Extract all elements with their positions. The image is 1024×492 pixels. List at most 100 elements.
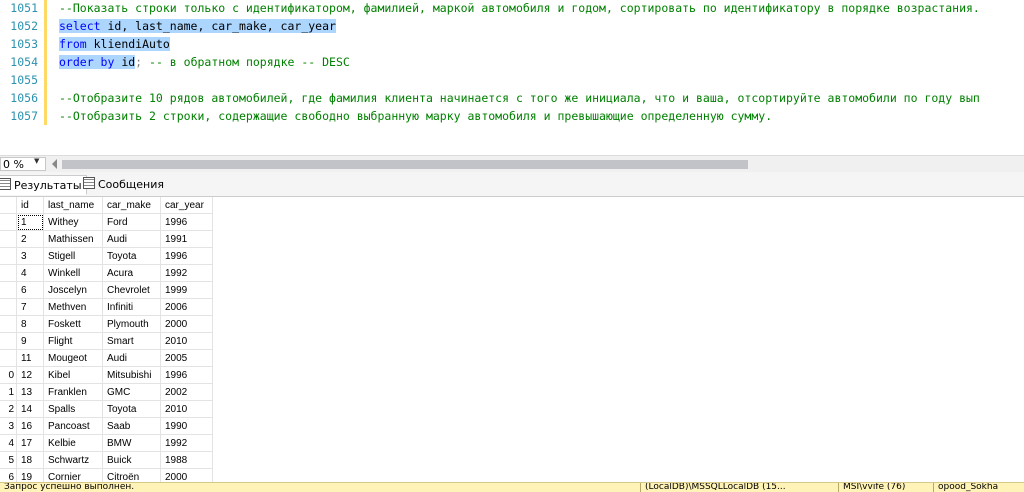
table-row[interactable]: 2 Mathissen Audi 1991 <box>0 230 213 248</box>
cell-last-name[interactable]: Joscelyn <box>43 281 103 299</box>
cell-last-name[interactable]: Mougeot <box>43 349 103 367</box>
table-row[interactable]: 7 Methven Infiniti 2006 <box>0 298 213 316</box>
table-row[interactable]: 3 16 Pancoast Saab 1990 <box>0 417 213 435</box>
table-row[interactable]: 3 Stigell Toyota 1996 <box>0 247 213 265</box>
cell-car-make[interactable]: Ford <box>102 213 161 231</box>
cell-car-year[interactable]: 1996 <box>160 213 213 231</box>
cell-last-name[interactable]: Cornier <box>43 468 103 482</box>
cell-car-year[interactable]: 2010 <box>160 400 213 418</box>
cell-car-make[interactable]: BMW <box>102 434 161 452</box>
column-header-last-name[interactable]: last_name <box>43 197 103 214</box>
tab-results-label: Результаты <box>14 179 82 192</box>
cell-car-year[interactable]: 2002 <box>160 383 213 401</box>
cell-car-year[interactable]: 2005 <box>160 349 213 367</box>
cell-id[interactable]: 16 <box>16 417 44 435</box>
cell-car-year[interactable]: 2006 <box>160 298 213 316</box>
cell-car-make[interactable]: Plymouth <box>102 315 161 333</box>
cell-car-make[interactable]: Infiniti <box>102 298 161 316</box>
cell-id[interactable]: 12 <box>16 366 44 384</box>
cell-car-make[interactable]: Citroën <box>102 468 161 482</box>
table-row[interactable]: 6 19 Cornier Citroën 2000 <box>0 468 213 482</box>
cell-last-name[interactable]: Kibel <box>43 366 103 384</box>
table-row[interactable]: 5 18 Schwartz Buick 1988 <box>0 451 213 469</box>
cell-last-name[interactable]: Foskett <box>43 315 103 333</box>
cell-last-name[interactable]: Winkell <box>43 264 103 282</box>
cell-car-make[interactable]: Mitsubishi <box>102 366 161 384</box>
cell-last-name[interactable]: Flight <box>43 332 103 350</box>
cell-id[interactable]: 17 <box>16 434 44 452</box>
table-row[interactable]: 11 Mougeot Audi 2005 <box>0 349 213 367</box>
cell-car-year[interactable]: 1992 <box>160 264 213 282</box>
table-row[interactable]: 1 Withey Ford 1996 <box>0 213 213 231</box>
cell-car-make[interactable]: Acura <box>102 264 161 282</box>
code-line-order-by[interactable]: order by id; -- в обратном порядке -- DE… <box>59 53 350 71</box>
code-line-from[interactable]: from kliendiAuto <box>59 35 170 53</box>
cell-id[interactable]: 6 <box>16 281 44 299</box>
horizontal-scrollbar-thumb[interactable] <box>62 160 748 169</box>
query-editor[interactable]: 1051 1052 1053 1054 1055 1056 1057 --Пок… <box>0 0 1024 155</box>
column-header-id[interactable]: id <box>16 197 44 214</box>
table-row[interactable]: 9 Flight Smart 2010 <box>0 332 213 350</box>
cell-car-make[interactable]: Buick <box>102 451 161 469</box>
cell-last-name[interactable]: Mathissen <box>43 230 103 248</box>
cell-id[interactable]: 7 <box>16 298 44 316</box>
column-header-car-year[interactable]: car_year <box>160 197 213 214</box>
cell-last-name[interactable]: Franklen <box>43 383 103 401</box>
cell-id[interactable]: 9 <box>16 332 44 350</box>
code-line-comment[interactable]: --Отобразите 10 рядов автомобилей, где ф… <box>59 89 980 107</box>
cell-car-year[interactable]: 1992 <box>160 434 213 452</box>
cell-id[interactable]: 4 <box>16 264 44 282</box>
cell-id[interactable]: 18 <box>16 451 44 469</box>
cell-id[interactable]: 1 <box>16 213 44 231</box>
cell-car-make[interactable]: Toyota <box>102 400 161 418</box>
cell-car-make[interactable]: Audi <box>102 230 161 248</box>
cell-car-make[interactable]: Chevrolet <box>102 281 161 299</box>
cell-car-year[interactable]: 1990 <box>160 417 213 435</box>
cell-car-make[interactable]: Saab <box>102 417 161 435</box>
chevron-down-icon[interactable]: ▼ <box>34 157 39 165</box>
cell-last-name[interactable]: Kelbie <box>43 434 103 452</box>
table-row[interactable]: 0 12 Kibel Mitsubishi 1996 <box>0 366 213 384</box>
cell-last-name[interactable]: Methven <box>43 298 103 316</box>
cell-last-name[interactable]: Withey <box>43 213 103 231</box>
line-number: 1054 <box>10 55 38 69</box>
cell-car-year[interactable]: 2000 <box>160 315 213 333</box>
cell-car-make[interactable]: Smart <box>102 332 161 350</box>
cell-id[interactable]: 14 <box>16 400 44 418</box>
cell-id[interactable]: 13 <box>16 383 44 401</box>
cell-car-make[interactable]: Toyota <box>102 247 161 265</box>
cell-id[interactable]: 8 <box>16 315 44 333</box>
table-row[interactable]: 2 14 Spalls Toyota 2010 <box>0 400 213 418</box>
table-row[interactable]: 8 Foskett Plymouth 2000 <box>0 315 213 333</box>
tab-results[interactable]: Результаты <box>0 175 87 195</box>
cell-car-year[interactable]: 1996 <box>160 247 213 265</box>
cell-car-year[interactable]: 1988 <box>160 451 213 469</box>
tab-messages-label: Сообщения <box>98 178 165 191</box>
cell-car-year[interactable]: 1999 <box>160 281 213 299</box>
code-line-comment[interactable]: --Показать строки только с идентификатор… <box>59 0 980 17</box>
table-row[interactable]: 4 17 Kelbie BMW 1992 <box>0 434 213 452</box>
cell-last-name[interactable]: Pancoast <box>43 417 103 435</box>
code-line-select[interactable]: select id, last_name, car_make, car_year <box>59 17 336 35</box>
cell-car-make[interactable]: GMC <box>102 383 161 401</box>
results-grid[interactable]: id last_name car_make car_year 1 Withey Fo… <box>0 197 1024 482</box>
table-row[interactable]: 4 Winkell Acura 1992 <box>0 264 213 282</box>
code-line-comment[interactable]: --Отобразить 2 строки, содержащие свобод… <box>59 107 772 125</box>
scroll-left-icon[interactable] <box>52 159 57 169</box>
column-header-car-make[interactable]: car_make <box>102 197 161 214</box>
cell-last-name[interactable]: Stigell <box>43 247 103 265</box>
cell-id[interactable]: 3 <box>16 247 44 265</box>
cell-last-name[interactable]: Spalls <box>43 400 103 418</box>
cell-car-year[interactable]: 2000 <box>160 468 213 482</box>
cell-id[interactable]: 19 <box>16 468 44 482</box>
table-row[interactable]: 6 Joscelyn Chevrolet 1999 <box>0 281 213 299</box>
cell-id[interactable]: 11 <box>16 349 44 367</box>
cell-id[interactable]: 2 <box>16 230 44 248</box>
cell-car-year[interactable]: 1991 <box>160 230 213 248</box>
cell-car-year[interactable]: 2010 <box>160 332 213 350</box>
cell-last-name[interactable]: Schwartz <box>43 451 103 469</box>
cell-car-make[interactable]: Audi <box>102 349 161 367</box>
tab-messages[interactable]: Сообщения <box>81 175 168 195</box>
cell-car-year[interactable]: 1996 <box>160 366 213 384</box>
table-row[interactable]: 1 13 Franklen GMC 2002 <box>0 383 213 401</box>
